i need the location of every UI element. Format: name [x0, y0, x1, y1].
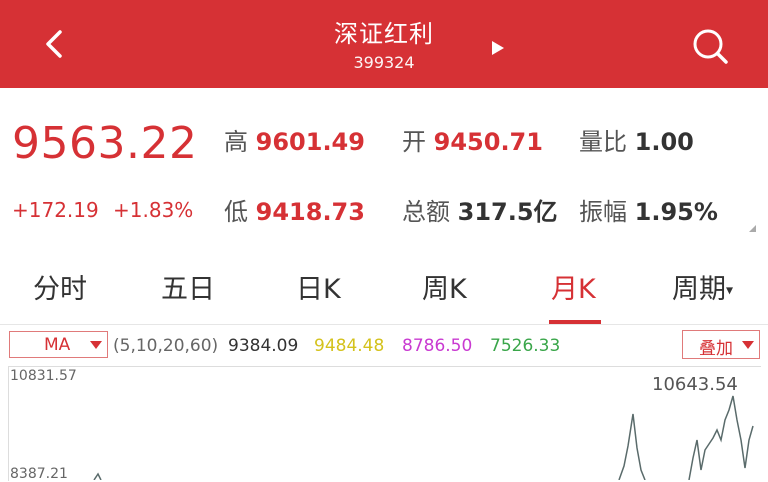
price-line [618, 413, 646, 480]
price-line-left [93, 472, 102, 480]
price-line-right [688, 395, 754, 480]
price-line-chart [93, 395, 754, 480]
